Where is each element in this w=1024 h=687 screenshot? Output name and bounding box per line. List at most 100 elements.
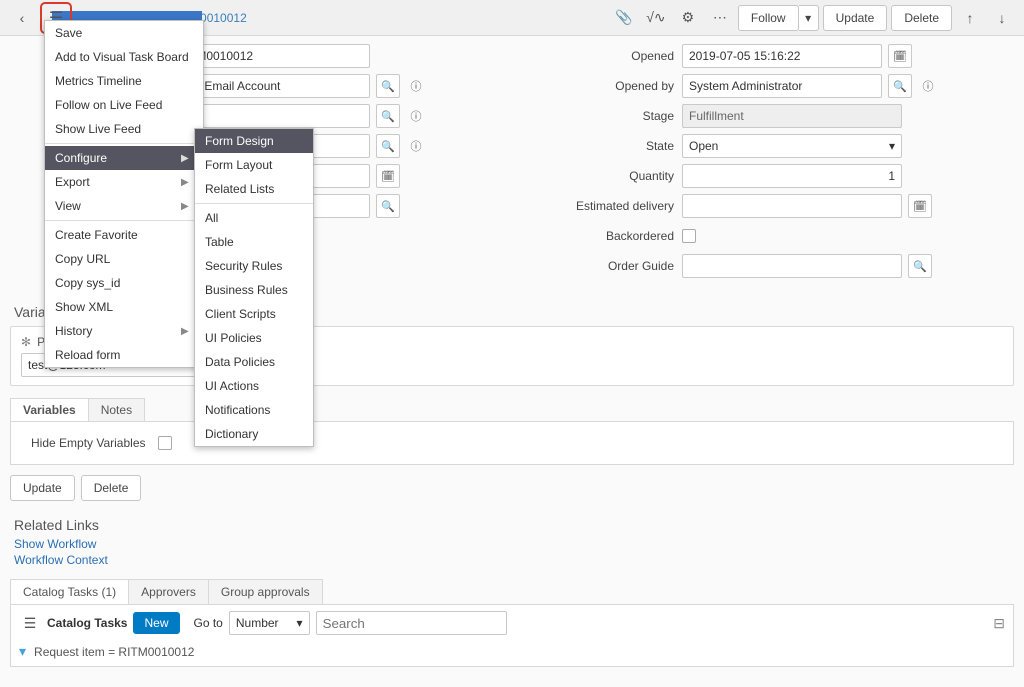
- submenu-ui-actions[interactable]: UI Actions: [195, 374, 313, 398]
- label-opened-by: Opened by: [522, 79, 682, 93]
- link-show-workflow[interactable]: Show Workflow: [14, 537, 1010, 551]
- menu-save[interactable]: Save: [45, 21, 203, 45]
- lookup-icon[interactable]: 🔍: [376, 194, 400, 218]
- lookup-icon[interactable]: 🔍: [908, 254, 932, 278]
- link-workflow-context[interactable]: Workflow Context: [14, 553, 1010, 567]
- filter-breadcrumb[interactable]: Request item = RITM0010012: [34, 645, 194, 659]
- next-record-icon[interactable]: ↓: [988, 4, 1016, 32]
- menu-create-fav[interactable]: Create Favorite: [45, 223, 203, 247]
- field-opened[interactable]: 2019-07-05 15:16:22: [682, 44, 882, 68]
- form-tabs: Variables Notes: [10, 398, 1014, 421]
- menu-copy-url[interactable]: Copy URL: [45, 247, 203, 271]
- update-button-bottom[interactable]: Update: [10, 475, 75, 501]
- related-links-heading: Related Links: [14, 517, 1014, 533]
- menu-history[interactable]: History▶: [45, 319, 203, 343]
- calendar-icon[interactable]: 🗓: [376, 164, 400, 188]
- submenu-dictionary[interactable]: Dictionary: [195, 422, 313, 446]
- follow-button[interactable]: Follow: [738, 5, 799, 31]
- chevron-right-icon: ▶: [181, 201, 189, 212]
- chevron-right-icon: ▶: [181, 153, 189, 164]
- lookup-icon[interactable]: 🔍: [376, 74, 400, 98]
- submenu-table[interactable]: Table: [195, 230, 313, 254]
- hide-empty-checkbox[interactable]: [158, 436, 172, 450]
- chevron-right-icon: ▶: [181, 326, 189, 337]
- label-backordered: Backordered: [522, 229, 682, 243]
- follow-dropdown[interactable]: ▾: [799, 5, 819, 31]
- context-menu: Save Add to Visual Task Board Metrics Ti…: [44, 20, 204, 368]
- submenu-ui-policies[interactable]: UI Policies: [195, 326, 313, 350]
- submenu-client-scripts[interactable]: Client Scripts: [195, 302, 313, 326]
- new-button[interactable]: New: [133, 612, 179, 634]
- snowflake-icon: ✻: [21, 335, 31, 349]
- attachment-icon[interactable]: 📎: [610, 4, 638, 32]
- delete-button-bottom[interactable]: Delete: [81, 475, 142, 501]
- lookup-icon[interactable]: 🔍: [376, 134, 400, 158]
- delete-button[interactable]: Delete: [891, 5, 952, 31]
- info-icon[interactable]: ⓘ: [404, 134, 428, 158]
- more-icon[interactable]: ⋯: [706, 4, 734, 32]
- submenu-related-lists[interactable]: Related Lists: [195, 177, 313, 201]
- submenu-form-design[interactable]: Form Design: [195, 129, 313, 153]
- field-stage: Fulfillment: [682, 104, 902, 128]
- tab-catalog-tasks[interactable]: Catalog Tasks (1): [10, 579, 129, 604]
- list-menu-icon[interactable]: ☰: [19, 612, 41, 634]
- tab-variables[interactable]: Variables: [10, 398, 89, 421]
- related-list-tabs: Catalog Tasks (1) Approvers Group approv…: [10, 579, 1014, 604]
- submenu-business-rules[interactable]: Business Rules: [195, 278, 313, 302]
- list-title: Catalog Tasks: [47, 616, 127, 630]
- label-quantity: Quantity: [522, 169, 682, 183]
- chevron-down-icon: ▾: [297, 616, 303, 630]
- related-list: ☰ Catalog Tasks New Go to Number▾ ⊟ ▾ Re…: [10, 604, 1014, 667]
- tab-group-approvals[interactable]: Group approvals: [208, 579, 323, 604]
- tab-notes[interactable]: Notes: [88, 398, 145, 421]
- field-estimated-delivery[interactable]: [682, 194, 902, 218]
- menu-show-xml[interactable]: Show XML: [45, 295, 203, 319]
- update-button[interactable]: Update: [823, 5, 888, 31]
- list-search-input[interactable]: [316, 611, 507, 635]
- submenu-data-policies[interactable]: Data Policies: [195, 350, 313, 374]
- label-state: State: [522, 139, 682, 153]
- activity-stream-icon[interactable]: √∿: [642, 4, 670, 32]
- tab-approvers[interactable]: Approvers: [128, 579, 209, 604]
- field-quantity[interactable]: 1: [682, 164, 902, 188]
- menu-export[interactable]: Export▶: [45, 170, 203, 194]
- menu-follow-live[interactable]: Follow on Live Feed: [45, 93, 203, 117]
- menu-add-vtb[interactable]: Add to Visual Task Board: [45, 45, 203, 69]
- info-icon[interactable]: ⓘ: [404, 74, 428, 98]
- goto-label: Go to: [194, 616, 223, 630]
- menu-configure[interactable]: Configure▶: [45, 146, 203, 170]
- hide-empty-label: Hide Empty Variables: [31, 436, 146, 450]
- field-order-guide[interactable]: [682, 254, 902, 278]
- menu-metrics[interactable]: Metrics Timeline: [45, 69, 203, 93]
- menu-copy-sysid[interactable]: Copy sys_id: [45, 271, 203, 295]
- filter-icon[interactable]: ▾: [19, 643, 26, 660]
- info-icon[interactable]: ⓘ: [916, 74, 940, 98]
- lookup-icon[interactable]: 🔍: [376, 104, 400, 128]
- field-state[interactable]: Open▾: [682, 134, 902, 158]
- chevron-right-icon: ▶: [181, 177, 189, 188]
- chevron-down-icon: ▾: [889, 139, 895, 153]
- collapse-icon[interactable]: ⊟: [993, 615, 1005, 632]
- label-stage: Stage: [522, 109, 682, 123]
- field-opened-by[interactable]: System Administrator: [682, 74, 882, 98]
- configure-submenu: Form Design Form Layout Related Lists Al…: [194, 128, 314, 447]
- tab-panel: Hide Empty Variables: [10, 421, 1014, 465]
- menu-reload[interactable]: Reload form: [45, 343, 203, 367]
- checkbox-backordered[interactable]: [682, 229, 696, 243]
- submenu-security[interactable]: Security Rules: [195, 254, 313, 278]
- label-estimated: Estimated delivery: [522, 199, 682, 213]
- calendar-icon[interactable]: 🗓: [908, 194, 932, 218]
- submenu-all[interactable]: All: [195, 206, 313, 230]
- submenu-notifications[interactable]: Notifications: [195, 398, 313, 422]
- submenu-form-layout[interactable]: Form Layout: [195, 153, 313, 177]
- info-icon[interactable]: ⓘ: [404, 104, 428, 128]
- calendar-icon[interactable]: 🗓: [888, 44, 912, 68]
- menu-view[interactable]: View▶: [45, 194, 203, 218]
- settings-icon[interactable]: ⚙: [674, 4, 702, 32]
- back-button[interactable]: ‹: [8, 4, 36, 32]
- lookup-icon[interactable]: 🔍: [888, 74, 912, 98]
- goto-select[interactable]: Number▾: [229, 611, 310, 635]
- label-order-guide: Order Guide: [522, 259, 682, 273]
- prev-record-icon[interactable]: ↑: [956, 4, 984, 32]
- menu-show-live[interactable]: Show Live Feed: [45, 117, 203, 141]
